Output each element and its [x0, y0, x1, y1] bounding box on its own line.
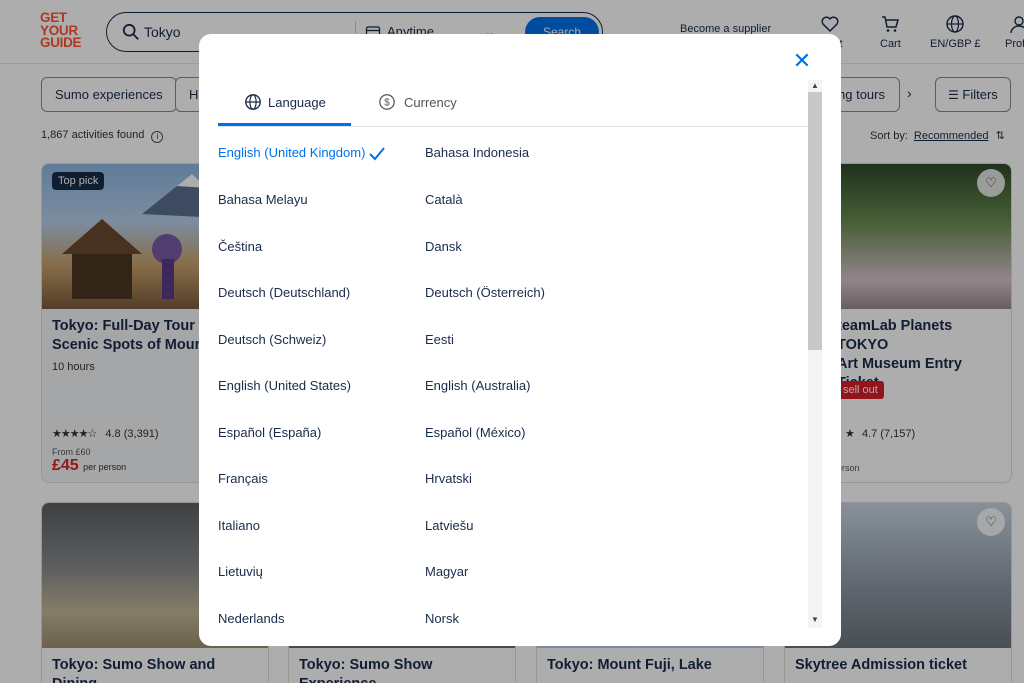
language-option[interactable]: Español (México) [425, 425, 525, 440]
tab-currency[interactable]: $ Currency [376, 89, 476, 126]
language-option[interactable]: English (United States) [218, 378, 351, 393]
language-option[interactable]: Norsk [425, 611, 459, 626]
language-list: English (United Kingdom) Bahasa Indonesi… [218, 129, 808, 639]
tab-language[interactable]: Language [218, 89, 351, 126]
language-option[interactable]: Français [218, 471, 268, 486]
checkmark-icon [369, 147, 385, 161]
language-option[interactable]: Dansk [425, 239, 462, 254]
language-option[interactable]: Deutsch (Schweiz) [218, 332, 326, 347]
scroll-down-arrow-icon[interactable]: ▼ [808, 614, 822, 626]
language-option[interactable]: Hrvatski [425, 471, 472, 486]
language-option[interactable]: Deutsch (Österreich) [425, 285, 545, 300]
language-option[interactable]: Nederlands [218, 611, 285, 626]
language-option[interactable]: Latviešu [425, 518, 473, 533]
scroll-up-arrow-icon[interactable]: ▲ [808, 80, 822, 92]
tab-language-label: Language [268, 95, 326, 110]
svg-text:$: $ [384, 98, 390, 109]
language-option[interactable]: Lietuvių [218, 564, 263, 579]
close-icon[interactable]: ✕ [791, 50, 813, 72]
scrollbar-thumb[interactable] [808, 92, 822, 350]
language-option[interactable]: Català [425, 192, 463, 207]
language-option[interactable]: English (United Kingdom) [218, 145, 365, 160]
modal-tabs: Language $ Currency [218, 89, 808, 127]
language-option[interactable]: Deutsch (Deutschland) [218, 285, 350, 300]
globe-icon [245, 94, 261, 110]
language-option[interactable]: Bahasa Melayu [218, 192, 308, 207]
dollar-circle-icon: $ [379, 94, 395, 110]
language-option[interactable]: Magyar [425, 564, 468, 579]
tab-currency-label: Currency [404, 95, 457, 110]
language-option[interactable]: Español (España) [218, 425, 321, 440]
language-option[interactable]: Italiano [218, 518, 260, 533]
language-option[interactable]: Eesti [425, 332, 454, 347]
language-currency-modal: ✕ Language $ Currency English (United Ki… [199, 34, 841, 646]
language-option[interactable]: Čeština [218, 239, 262, 254]
language-option[interactable]: Bahasa Indonesia [425, 145, 529, 160]
language-option[interactable]: English (Australia) [425, 378, 531, 393]
